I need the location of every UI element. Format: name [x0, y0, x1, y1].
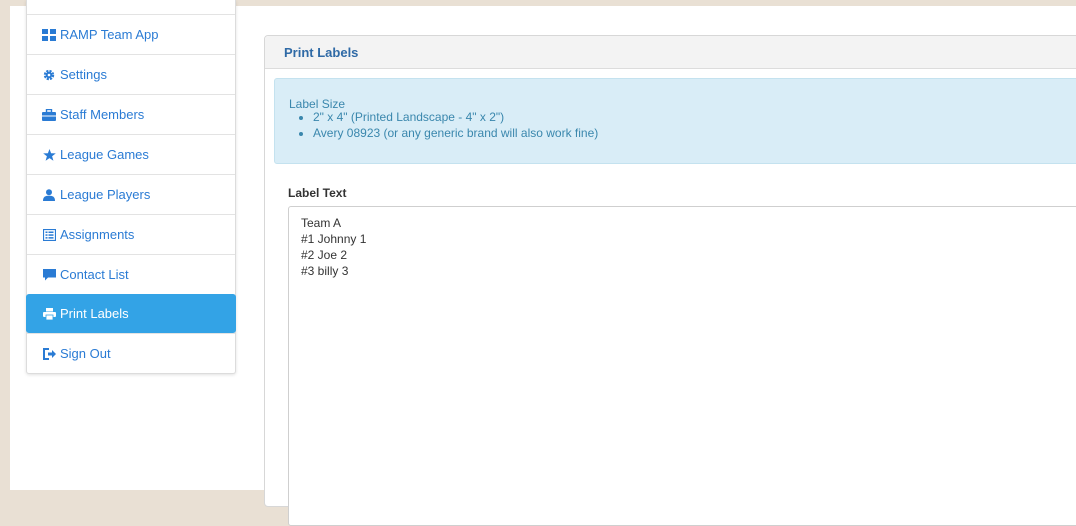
sidebar-item-label: League Players [60, 187, 151, 202]
print-icon [41, 307, 57, 321]
sidebar-item-label: RAMP Team App [60, 27, 159, 42]
sidebar-item-staff-members[interactable]: Staff Members [27, 94, 235, 134]
sidebar-item-ramp-team-app[interactable]: RAMP Team App [27, 14, 235, 54]
dashboard-icon [41, 28, 57, 42]
comment-icon [41, 268, 57, 282]
gear-icon [41, 68, 57, 82]
sidebar-item-label: Staff Members [60, 107, 145, 122]
print-labels-panel: Print Labels Label Size 2" x 4" (Printed… [264, 35, 1076, 526]
panel-title: Print Labels [265, 36, 1076, 69]
list-item: 2" x 4" (Printed Landscape - 4" x 2") [313, 109, 598, 125]
sidebar-item-contact-list[interactable]: Contact List [27, 254, 235, 294]
sidebar-item-label: League Games [60, 147, 149, 162]
sidebar-item-label: Contact List [60, 267, 129, 282]
sidebar-item-label: Settings [60, 67, 107, 82]
sidebar-item-league-games[interactable]: League Games [27, 134, 235, 174]
label-text-heading: Label Text [288, 186, 347, 200]
user-icon [41, 188, 57, 202]
sidebar-item-settings[interactable]: Settings [27, 54, 235, 94]
star-icon [41, 148, 57, 162]
briefcase-icon [41, 108, 57, 122]
sidebar-item-sign-out[interactable]: Sign Out [27, 333, 235, 373]
sidebar-nav: RAMP Team App Settings Staff Members Lea… [26, 0, 236, 374]
list-item: Avery 08923 (or any generic brand will a… [313, 125, 598, 141]
label-size-info-alert: Label Size 2" x 4" (Printed Landscape - … [274, 78, 1076, 164]
sidebar-item-label: Assignments [60, 227, 135, 242]
sign-out-icon [41, 347, 57, 361]
label-size-list: 2" x 4" (Printed Landscape - 4" x 2") Av… [275, 109, 598, 141]
label-text-input[interactable]: Team A #1 Johnny 1 #2 Joe 2 #3 billy 3 [288, 206, 1076, 526]
list-alt-icon [41, 228, 57, 242]
sidebar-item-assignments[interactable]: Assignments [27, 214, 235, 254]
sidebar-item-print-labels[interactable]: Print Labels [26, 294, 236, 333]
sidebar-item-label: Sign Out [60, 346, 111, 361]
sidebar-item-league-players[interactable]: League Players [27, 174, 235, 214]
sidebar-item-label: Print Labels [60, 306, 129, 321]
